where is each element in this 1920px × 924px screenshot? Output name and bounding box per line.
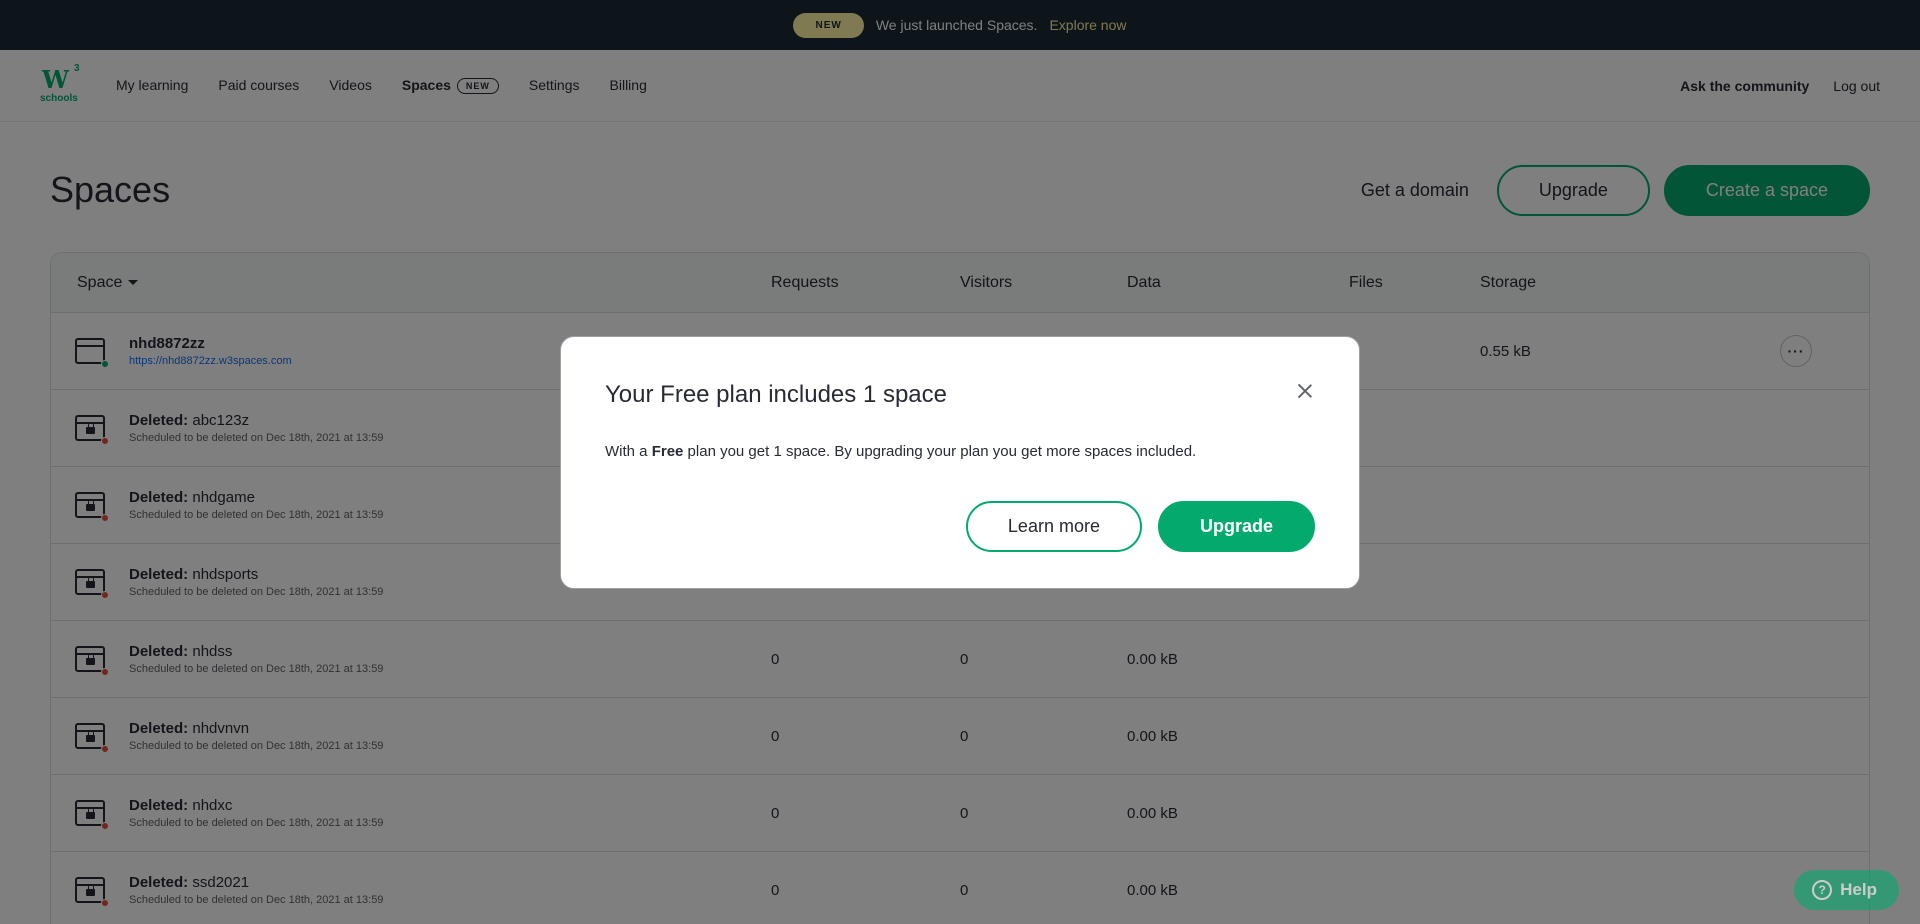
modal-body-post: plan you get 1 space. By upgrading your … [687, 443, 1197, 460]
modal-actions: Learn more Upgrade [965, 501, 1315, 552]
modal-body: With a Free plan you get 1 space. By upg… [605, 443, 1315, 460]
modal-body-plan: Free [651, 443, 684, 460]
learn-more-button[interactable]: Learn more [965, 501, 1142, 552]
modal-title: Your Free plan includes 1 space [605, 381, 947, 408]
help-label: Help [1840, 880, 1877, 899]
close-icon[interactable] [1295, 381, 1315, 401]
help-button[interactable]: ? Help [1794, 870, 1899, 910]
upgrade-modal: Your Free plan includes 1 space With a F… [560, 336, 1360, 589]
modal-body-pre: With a [605, 443, 648, 460]
modal-upgrade-button[interactable]: Upgrade [1157, 501, 1315, 552]
question-icon: ? [1812, 880, 1833, 900]
